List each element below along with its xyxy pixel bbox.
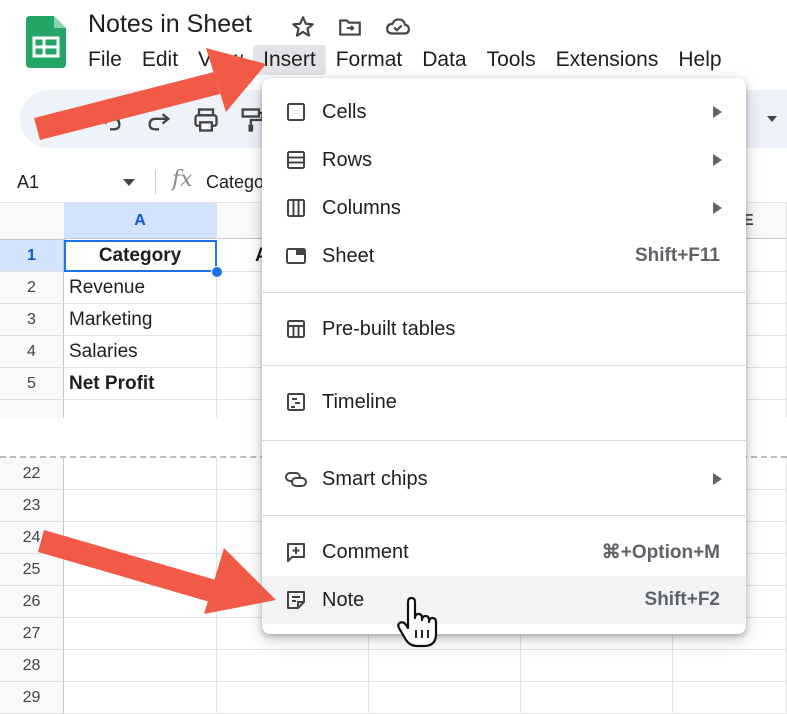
menu-item-rows[interactable]: Rows: [262, 136, 746, 184]
comment-icon: [287, 543, 305, 562]
note-icon: [287, 591, 305, 609]
menu-item-label: Sheet: [322, 244, 375, 267]
fx-icon: fx: [172, 167, 193, 192]
submenu-arrow-icon: [713, 106, 722, 118]
row-header-26[interactable]: 26: [0, 586, 64, 618]
toolbar-more-dropdown-icon[interactable]: [764, 112, 780, 126]
cell-a5[interactable]: Net Profit: [64, 368, 217, 400]
move-folder-icon[interactable]: [337, 14, 363, 40]
column-header-a[interactable]: A: [64, 203, 217, 239]
menu-item-smart-chips[interactable]: Smart chips: [262, 455, 746, 503]
cell-a28[interactable]: [64, 650, 217, 682]
cell-d29[interactable]: [521, 682, 673, 714]
sheet-icon: [286, 248, 306, 264]
menu-item-label: Smart chips: [322, 467, 428, 490]
cell-e28[interactable]: [673, 650, 787, 682]
cell-a24[interactable]: [64, 522, 217, 554]
menu-view[interactable]: View: [188, 45, 253, 75]
cell-a3[interactable]: Marketing: [64, 304, 217, 336]
row-header-28[interactable]: 28: [0, 650, 64, 682]
document-title[interactable]: Notes in Sheet: [88, 10, 252, 39]
menu-divider: [262, 365, 746, 366]
row-header-22[interactable]: 22: [0, 458, 64, 490]
menu-item-label: Comment: [322, 540, 409, 563]
cell-a2[interactable]: Revenue: [64, 272, 217, 304]
name-box-dropdown-icon[interactable]: [122, 176, 136, 188]
menu-divider: [262, 515, 746, 516]
cloud-saved-icon[interactable]: [385, 14, 411, 40]
row-header-4[interactable]: 4: [0, 336, 64, 368]
row-header-29[interactable]: 29: [0, 682, 64, 714]
row-header-23[interactable]: 23: [0, 490, 64, 522]
menu-item-label: Rows: [322, 148, 373, 171]
submenu-arrow-icon: [713, 202, 722, 214]
menu-item-label: Columns: [322, 196, 401, 219]
row-header-24[interactable]: 24: [0, 522, 64, 554]
menu-edit[interactable]: Edit: [132, 45, 188, 75]
menu-insert[interactable]: Insert: [253, 45, 326, 75]
undo-icon[interactable]: [96, 106, 124, 134]
menu-item-cells[interactable]: Cells: [262, 88, 746, 136]
table-icon: [287, 320, 305, 338]
columns-icon: [287, 199, 305, 217]
submenu-arrow-icon: [713, 154, 722, 166]
row-header-5[interactable]: 5: [0, 368, 64, 400]
cell-a27[interactable]: [64, 618, 217, 650]
timeline-icon: [287, 393, 305, 411]
menu-item-comment[interactable]: Comment ⌘+Option+M: [262, 528, 746, 576]
menu-item-shortcut: Shift+F11: [635, 245, 720, 266]
sheets-logo-icon[interactable]: [26, 16, 66, 68]
formula-bar-divider: [155, 170, 156, 194]
name-box[interactable]: A1: [17, 172, 39, 193]
redo-icon[interactable]: [145, 106, 173, 134]
menu-item-label: Cells: [322, 100, 367, 123]
active-cell-border: [64, 240, 217, 272]
cell-a25[interactable]: [64, 554, 217, 586]
menu-item-timeline[interactable]: Timeline: [262, 378, 746, 426]
menu-data[interactable]: Data: [412, 45, 476, 75]
cell-c29[interactable]: [369, 682, 521, 714]
cell-d28[interactable]: [521, 650, 673, 682]
menu-help[interactable]: Help: [668, 45, 731, 75]
menu-item-shortcut: ⌘+Option+M: [601, 541, 720, 563]
cell-a23[interactable]: [64, 490, 217, 522]
fill-handle[interactable]: [211, 266, 223, 278]
select-all-corner[interactable]: [0, 203, 65, 240]
menu-item-label: Timeline: [322, 390, 397, 413]
print-icon[interactable]: [192, 106, 220, 134]
menu-item-pre-built-tables[interactable]: Pre-built tables: [262, 305, 746, 353]
menu-bar: File Edit View Insert Format Data Tools …: [78, 44, 732, 76]
cell-b28[interactable]: [217, 650, 369, 682]
smart-chips-icon: [285, 472, 307, 487]
row-header-25[interactable]: 25: [0, 554, 64, 586]
menu-item-label: Note: [322, 588, 365, 611]
menu-tools[interactable]: Tools: [477, 45, 546, 75]
cell-b29[interactable]: [217, 682, 369, 714]
menu-item-label: Pre-built tables: [322, 317, 456, 340]
submenu-arrow-icon: [713, 473, 722, 485]
menu-item-shortcut: Shift+F2: [644, 589, 720, 610]
menu-divider: [262, 440, 746, 441]
cell-a22[interactable]: [64, 458, 217, 490]
menu-item-note[interactable]: Note Shift+F2: [262, 576, 746, 624]
cells-icon: [287, 103, 305, 121]
menu-item-sheet[interactable]: Sheet Shift+F11: [262, 232, 746, 280]
menu-divider: [262, 292, 746, 293]
cell-a29[interactable]: [64, 682, 217, 714]
row-header-27[interactable]: 27: [0, 618, 64, 650]
row-header-2[interactable]: 2: [0, 272, 64, 304]
rows-icon: [287, 151, 305, 169]
menu-extensions[interactable]: Extensions: [546, 45, 669, 75]
hand-cursor-icon: [397, 596, 438, 648]
cell-c28[interactable]: [369, 650, 521, 682]
star-icon[interactable]: [290, 14, 316, 40]
menu-file[interactable]: File: [78, 45, 132, 75]
row-header-1[interactable]: 1: [0, 240, 64, 272]
cell-a4[interactable]: Salaries: [64, 336, 217, 368]
cell-e29[interactable]: [673, 682, 787, 714]
row-header-3[interactable]: 3: [0, 304, 64, 336]
menu-item-columns[interactable]: Columns: [262, 184, 746, 232]
cell-a26[interactable]: [64, 586, 217, 618]
menu-format[interactable]: Format: [326, 45, 413, 75]
